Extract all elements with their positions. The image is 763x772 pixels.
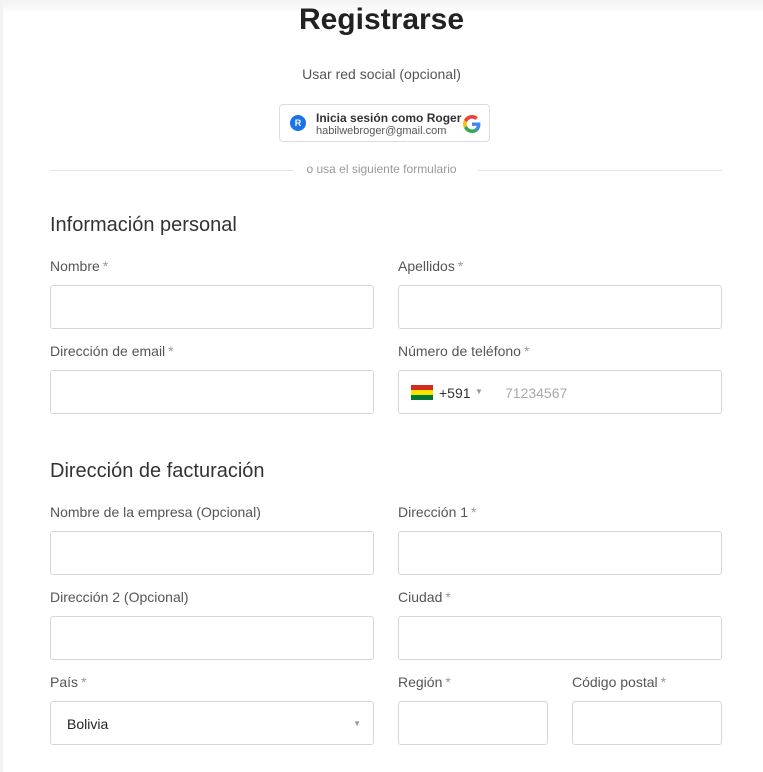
divider-text: o usa el siguiente formulario <box>306 162 457 176</box>
chevron-down-icon[interactable]: ▼ <box>475 387 483 396</box>
ciudad-label: Ciudad * <box>398 589 451 605</box>
nombre-input[interactable] <box>50 285 374 329</box>
google-logo-icon <box>463 115 481 133</box>
direccion1-label: Dirección 1 * <box>398 504 477 520</box>
pais-select[interactable]: Bolivia ▼ <box>50 701 374 745</box>
page-title: Registrarse <box>298 3 465 36</box>
region-label: Región * <box>398 674 451 690</box>
direccion2-label: Dirección 2 (Opcional) <box>50 589 189 605</box>
section-title-personal: Información personal <box>50 214 237 236</box>
pais-label: País * <box>50 674 87 690</box>
postal-label: Código postal * <box>572 674 667 690</box>
empresa-label: Nombre de la empresa (Opcional) <box>50 504 261 520</box>
chevron-down-icon: ▼ <box>353 719 361 728</box>
user-avatar-icon: R <box>290 115 306 131</box>
phone-input[interactable]: +591 ▼ 71234567 <box>398 370 722 414</box>
phone-label: Número de teléfono * <box>398 343 530 359</box>
direccion1-input[interactable] <box>398 531 722 575</box>
phone-country-code[interactable]: +591 <box>439 385 471 401</box>
left-edge <box>0 0 3 772</box>
google-account-email: habilwebroger@gmail.com <box>316 125 447 137</box>
ciudad-input[interactable] <box>398 616 722 660</box>
social-login-label: Usar red social (opcional) <box>302 66 461 82</box>
phone-placeholder: 71234567 <box>505 385 568 401</box>
pais-selected-value: Bolivia <box>67 716 109 732</box>
region-input[interactable] <box>398 701 548 745</box>
direccion2-input[interactable] <box>50 616 374 660</box>
email-label: Dirección de email * <box>50 343 174 359</box>
google-signin-button[interactable]: R Inicia sesión como Roger habilwebroger… <box>279 104 490 142</box>
email-input[interactable] <box>50 370 374 414</box>
empresa-input[interactable] <box>50 531 374 575</box>
postal-input[interactable] <box>572 701 722 745</box>
section-title-billing: Dirección de facturación <box>50 460 265 482</box>
nombre-label: Nombre * <box>50 258 109 274</box>
bolivia-flag-icon[interactable] <box>411 385 433 400</box>
apellidos-input[interactable] <box>398 285 722 329</box>
apellidos-label: Apellidos * <box>398 258 464 274</box>
google-account-name: Inicia sesión como Roger <box>316 111 462 125</box>
